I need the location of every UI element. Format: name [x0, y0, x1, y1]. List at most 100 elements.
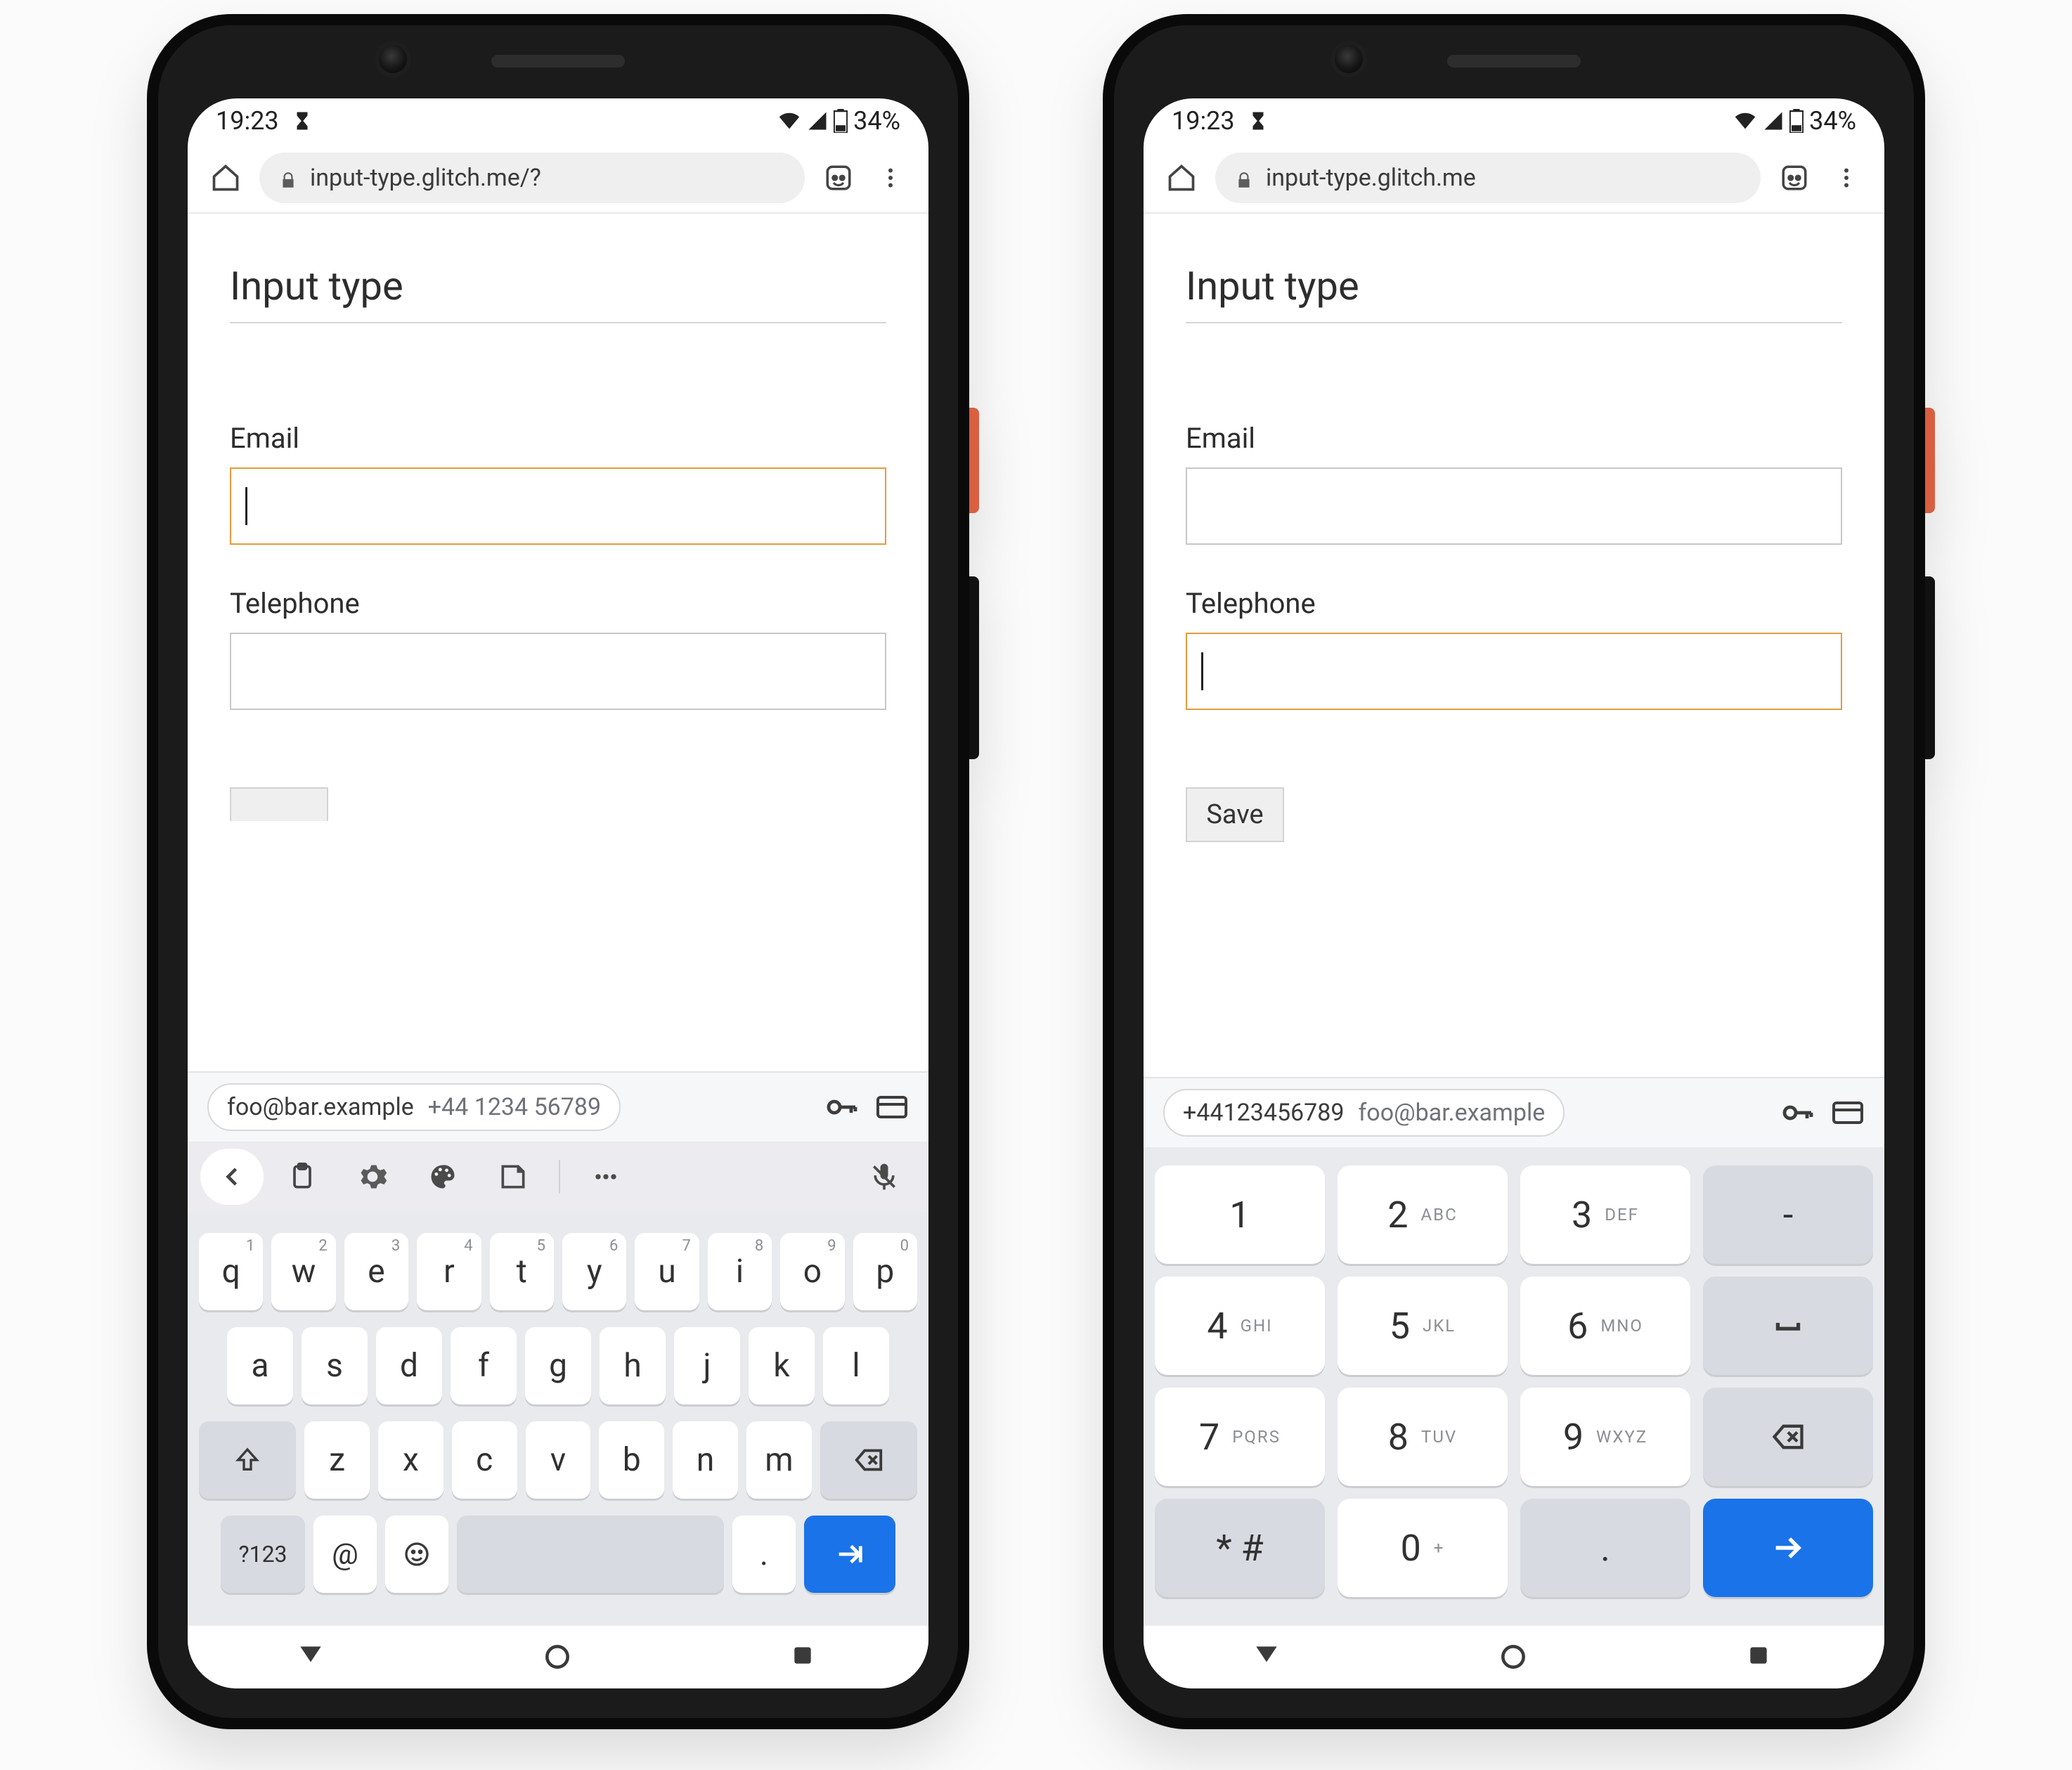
key-t[interactable]: 5t: [490, 1233, 554, 1310]
numkey-8[interactable]: 8TUV: [1338, 1388, 1508, 1486]
at-key[interactable]: @: [313, 1516, 377, 1593]
numkey-5[interactable]: 5JKL: [1338, 1277, 1508, 1375]
key-f[interactable]: f: [451, 1327, 517, 1404]
numkey-4[interactable]: 4GHI: [1155, 1277, 1325, 1375]
key-k[interactable]: k: [749, 1327, 815, 1404]
omnibox[interactable]: input-type.glitch.me/?: [259, 153, 805, 203]
key-l[interactable]: l: [823, 1327, 889, 1404]
power-button[interactable]: [1925, 408, 1935, 513]
kb-back-button[interactable]: [200, 1149, 264, 1205]
key-d[interactable]: d: [376, 1327, 442, 1404]
nav-back-icon[interactable]: [1251, 1641, 1283, 1674]
numeric-keypad: 12ABC3DEF- 4GHI5JKL6MNO 7PQRS8TUV9WXYZ * #0…: [1144, 1147, 1884, 1625]
numkey-bsp[interactable]: [1703, 1388, 1873, 1486]
key-i[interactable]: 8i: [708, 1233, 772, 1310]
space-key[interactable]: [457, 1516, 724, 1593]
text-cursor: [245, 487, 247, 525]
key-x[interactable]: x: [378, 1421, 443, 1499]
tab-switcher-icon[interactable]: [1776, 160, 1813, 196]
key-c[interactable]: c: [452, 1421, 517, 1499]
android-navbar: [1144, 1625, 1884, 1688]
numkey-1[interactable]: 1: [1155, 1165, 1325, 1264]
key-j[interactable]: j: [674, 1327, 740, 1404]
home-icon[interactable]: [207, 160, 244, 196]
key-a[interactable]: a: [227, 1327, 293, 1404]
key-y[interactable]: 6y: [562, 1233, 626, 1310]
page-title: Input type: [230, 263, 886, 309]
autofill-chip[interactable]: foo@bar.example +44 1234 56789: [207, 1083, 621, 1131]
symbols-key[interactable]: ?123: [221, 1516, 305, 1593]
nav-recents-icon[interactable]: [1744, 1641, 1777, 1674]
autofill-chip[interactable]: +44123456789 foo@bar.example: [1163, 1089, 1565, 1137]
tab-switcher-icon[interactable]: [820, 160, 857, 196]
save-button[interactable]: Save: [230, 787, 328, 821]
volume-button[interactable]: [969, 576, 979, 759]
shift-key[interactable]: [199, 1421, 296, 1499]
key-s[interactable]: s: [302, 1327, 368, 1404]
key-e[interactable]: 3e: [344, 1233, 408, 1310]
key-o[interactable]: 9o: [780, 1233, 844, 1310]
numkey-go[interactable]: [1703, 1499, 1873, 1597]
email-label: Email: [1186, 422, 1842, 455]
key-z[interactable]: z: [304, 1421, 370, 1499]
email-field[interactable]: [230, 467, 886, 545]
omnibox-url: input-type.glitch.me/?: [310, 164, 541, 192]
numkey-0[interactable]: 0+: [1338, 1499, 1508, 1597]
numkey-[interactable]: * #: [1155, 1499, 1325, 1597]
nav-recents-icon[interactable]: [789, 1641, 821, 1674]
key-w[interactable]: 2w: [271, 1233, 335, 1310]
gear-icon[interactable]: [341, 1149, 404, 1205]
lock-icon: [279, 168, 299, 188]
omnibox[interactable]: input-type.glitch.me: [1215, 153, 1761, 203]
tel-field[interactable]: [1186, 633, 1842, 710]
key-h[interactable]: h: [600, 1327, 666, 1404]
mic-off-icon[interactable]: [853, 1149, 916, 1205]
numkey-2[interactable]: 2ABC: [1338, 1165, 1508, 1264]
numkey-7[interactable]: 7PQRS: [1155, 1388, 1325, 1486]
clipboard-icon[interactable]: [271, 1149, 334, 1205]
key-m[interactable]: m: [746, 1421, 812, 1499]
hourglass-icon: [1248, 110, 1269, 131]
numkey-9[interactable]: 9WXYZ: [1520, 1388, 1690, 1486]
backspace-key[interactable]: [820, 1421, 917, 1499]
key-r[interactable]: 4r: [417, 1233, 481, 1310]
numkey-3[interactable]: 3DEF: [1520, 1165, 1690, 1264]
period-key[interactable]: .: [732, 1516, 796, 1593]
power-button[interactable]: [969, 408, 979, 513]
key-icon[interactable]: [824, 1090, 858, 1124]
nav-home-icon[interactable]: [542, 1641, 574, 1674]
home-icon[interactable]: [1163, 160, 1200, 196]
email-label: Email: [230, 422, 886, 455]
key-q[interactable]: 1q: [199, 1233, 263, 1310]
save-button[interactable]: Save: [1186, 787, 1284, 842]
kebab-menu-icon[interactable]: [872, 160, 909, 196]
key-icon[interactable]: [1780, 1096, 1814, 1130]
palette-icon[interactable]: [411, 1149, 474, 1205]
emoji-key[interactable]: [385, 1516, 448, 1593]
sticker-icon[interactable]: [481, 1149, 545, 1205]
key-g[interactable]: g: [525, 1327, 591, 1404]
hr: [230, 322, 886, 323]
key-u[interactable]: 7u: [635, 1233, 699, 1310]
go-key[interactable]: [804, 1516, 895, 1593]
key-p[interactable]: 0p: [853, 1233, 917, 1310]
numkey-[interactable]: -: [1703, 1165, 1873, 1264]
qwerty-keyboard: 1q2w3e4r5t6y7u8i9o0p asdfghjkl zxcvbnm ?…: [188, 1212, 928, 1625]
key-b[interactable]: b: [599, 1421, 664, 1499]
numkey-space[interactable]: [1703, 1277, 1873, 1375]
tel-field[interactable]: [230, 633, 886, 710]
more-icon[interactable]: [574, 1149, 637, 1205]
card-icon[interactable]: [1831, 1096, 1865, 1130]
email-field[interactable]: [1186, 467, 1842, 545]
numkey-[interactable]: .: [1520, 1499, 1690, 1597]
key-v[interactable]: v: [526, 1421, 591, 1499]
battery-icon: [1789, 109, 1804, 133]
volume-button[interactable]: [1925, 576, 1935, 759]
key-n[interactable]: n: [673, 1421, 738, 1499]
numkey-6[interactable]: 6MNO: [1520, 1277, 1690, 1375]
nav-back-icon[interactable]: [295, 1641, 328, 1674]
nav-home-icon[interactable]: [1498, 1641, 1530, 1674]
card-icon[interactable]: [875, 1090, 909, 1124]
wifi-icon: [1733, 109, 1757, 133]
kebab-menu-icon[interactable]: [1828, 160, 1865, 196]
